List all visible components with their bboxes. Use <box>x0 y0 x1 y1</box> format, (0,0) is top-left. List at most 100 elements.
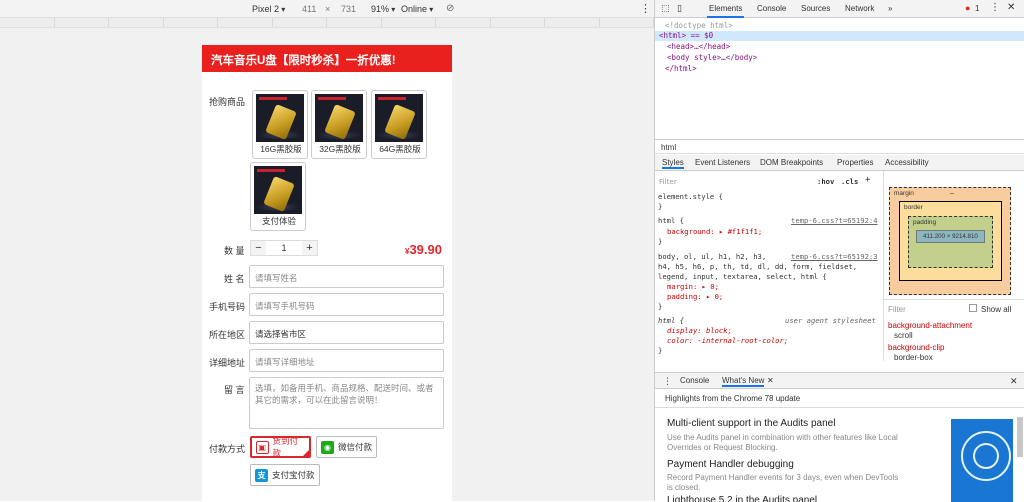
rule-source-link[interactable]: temp-6.css?t=65192:4 <box>791 216 878 225</box>
styles-subtabs: Styles Event Listeners DOM Breakpoints P… <box>655 155 1024 171</box>
name-label: 姓 名 <box>224 274 245 284</box>
truck-icon: ▣ <box>256 440 269 454</box>
border-box: border padding 411.200 × 9214.810 <box>899 201 1002 281</box>
html-close-node: </html> <box>665 64 697 73</box>
drawer-tab-whats-new[interactable]: What's New <box>722 376 765 387</box>
height-field[interactable]: 731 <box>341 4 356 14</box>
tab-console[interactable]: Console <box>757 4 786 13</box>
product-image <box>375 94 423 142</box>
more-tabs-icon[interactable]: » <box>888 4 892 13</box>
product-caption: 支付体验 <box>261 216 296 226</box>
subtab-styles[interactable]: Styles <box>662 158 684 169</box>
minus-button[interactable]: − <box>251 241 266 255</box>
wechat-payment-option[interactable]: ◉ 微信付款 <box>316 436 377 458</box>
margin-box: margin – border padding 411.200 × 9214.8… <box>889 187 1011 295</box>
alipay-icon: 支 <box>255 468 268 482</box>
settings-menu-icon[interactable]: ⋮ <box>990 2 1000 13</box>
name-input[interactable]: 请填写姓名 <box>249 265 444 288</box>
html-node[interactable]: <html> == $0 <box>659 31 713 40</box>
error-count: 1 <box>975 4 980 13</box>
show-all-checkbox[interactable] <box>969 304 977 312</box>
rotate-icon[interactable]: ⊘ <box>446 3 454 14</box>
message-label: 留 言 <box>224 385 245 395</box>
add-rule-icon[interactable]: + <box>865 175 870 185</box>
rule-selector: html { <box>658 216 684 225</box>
zoom-select[interactable]: 91% <box>371 4 395 14</box>
subtab-properties[interactable]: Properties <box>837 158 873 167</box>
phone-label: 手机号码 <box>209 302 246 312</box>
device-toggle-icon[interactable]: ▯ <box>677 3 682 14</box>
close-drawer-icon[interactable]: ✕ <box>1010 376 1018 387</box>
device-toolbar: Pixel 2 411 × 731 91% Online ⊘ ⋮ <box>0 0 654 18</box>
close-tab-icon[interactable]: ✕ <box>767 376 774 385</box>
close-icon[interactable]: ✕ <box>1007 2 1015 13</box>
hov-toggle[interactable]: :hov <box>817 177 834 186</box>
news-title[interactable]: Multi-client support in the Audits panel <box>667 418 835 429</box>
computed-property[interactable]: background-clip <box>888 343 944 352</box>
width-field[interactable]: 411 <box>302 4 316 14</box>
rule-property[interactable]: background: ▸ #f1f1f1; <box>667 227 762 236</box>
inspect-icon[interactable]: ⬚ <box>661 3 670 14</box>
more-options-icon[interactable]: ⋮ <box>640 2 651 15</box>
computed-value: scroll <box>894 331 913 340</box>
body-node[interactable]: <body style>…</body> <box>667 53 757 62</box>
quantity-input[interactable]: 1 <box>266 241 302 255</box>
rule-property[interactable]: margin: ▸ 0; <box>667 282 719 291</box>
drawer-menu-icon[interactable]: ⋮ <box>663 376 672 387</box>
rule-selector: element.style { <box>658 192 723 201</box>
rule-close: } <box>658 237 663 246</box>
devtools-panel: ⬚ ▯ Elements Console Sources Network » ●… <box>654 0 1024 502</box>
region-select[interactable]: 请选择省市区 <box>249 321 444 344</box>
computed-value: border-box <box>894 353 933 362</box>
plus-button[interactable]: + <box>302 241 317 255</box>
region-label: 所在地区 <box>209 330 246 340</box>
tab-elements[interactable]: Elements <box>706 4 745 18</box>
product-caption: 16G黑胶版 <box>260 144 302 154</box>
address-input[interactable]: 请填写详细地址 <box>249 349 444 372</box>
subtab-event-listeners[interactable]: Event Listeners <box>695 158 750 167</box>
dom-tree: <!doctype html> <html> == $0 <head>…</he… <box>655 18 1024 138</box>
cod-payment-option[interactable]: ▣ 货到付款 <box>250 436 311 458</box>
error-icon[interactable]: ● <box>965 3 970 13</box>
drawer-tabs: ⋮ Console What's New ✕ ✕ <box>655 373 1024 389</box>
cls-toggle[interactable]: .cls <box>841 177 858 186</box>
rule-source-link[interactable]: temp-6.css?t=65192:3 <box>791 252 878 261</box>
product-option-16g[interactable]: 16G黑胶版 <box>252 90 308 159</box>
wechat-icon: ◉ <box>321 440 334 454</box>
device-viewport: 汽车音乐U盘【限时秒杀】一折优惠! 抢购商品 16G黑胶版 32G黑胶版 64G… <box>0 28 654 501</box>
computed-property[interactable]: background-attachment <box>888 321 972 330</box>
drawer-tab-console[interactable]: Console <box>680 376 709 385</box>
price: ¥39.90 <box>405 242 442 257</box>
rule-property[interactable]: padding: ▸ 0; <box>667 292 723 301</box>
product-option-32g[interactable]: 32G黑胶版 <box>311 90 367 159</box>
head-node[interactable]: <head>…</head> <box>667 42 730 51</box>
rule-selector: html { <box>658 316 684 325</box>
payment-option-label: 货到付款 <box>272 436 299 458</box>
alipay-payment-option[interactable]: 支 支付宝付款 <box>250 464 320 486</box>
address-label: 详细地址 <box>209 358 246 368</box>
box-model-pane: margin – border padding 411.200 × 9214.8… <box>883 171 1024 362</box>
show-all-label: Show all <box>981 305 1012 314</box>
subtab-accessibility[interactable]: Accessibility <box>885 158 929 167</box>
breadcrumb-html[interactable]: html <box>661 143 676 152</box>
product-option-trial[interactable]: 支付体验 <box>250 162 306 231</box>
styles-filter-input[interactable]: Filter <box>659 177 677 186</box>
padding-label: padding <box>913 219 937 226</box>
product-option-64g[interactable]: 64G黑胶版 <box>371 90 427 159</box>
rule-property: color: -internal-root-color; <box>667 336 789 345</box>
message-textarea[interactable]: 选填，如备用手机、商品规格、配送时间、或者其它的需求，可以在此留言说明！ <box>249 377 444 429</box>
rule-close: } <box>658 202 663 211</box>
drawer-scrollbar[interactable] <box>1017 417 1023 457</box>
computed-filter-input[interactable]: Filter <box>888 305 906 314</box>
tab-sources[interactable]: Sources <box>801 4 830 13</box>
rule-selector: legend, input, textarea, select, html { <box>658 272 827 281</box>
news-title[interactable]: Payment Handler debugging <box>667 459 794 470</box>
content-size[interactable]: 411.200 × 9214.810 <box>916 230 985 243</box>
tab-network[interactable]: Network <box>845 4 874 13</box>
device-select[interactable]: Pixel 2 <box>252 4 285 14</box>
subtab-dom-breakpoints[interactable]: DOM Breakpoints <box>760 158 823 167</box>
phone-input[interactable]: 请填写手机号码 <box>249 293 444 316</box>
quantity-label: 数 量 <box>224 246 245 256</box>
network-select[interactable]: Online <box>401 4 433 14</box>
doctype-node[interactable]: <!doctype html> <box>665 21 733 30</box>
